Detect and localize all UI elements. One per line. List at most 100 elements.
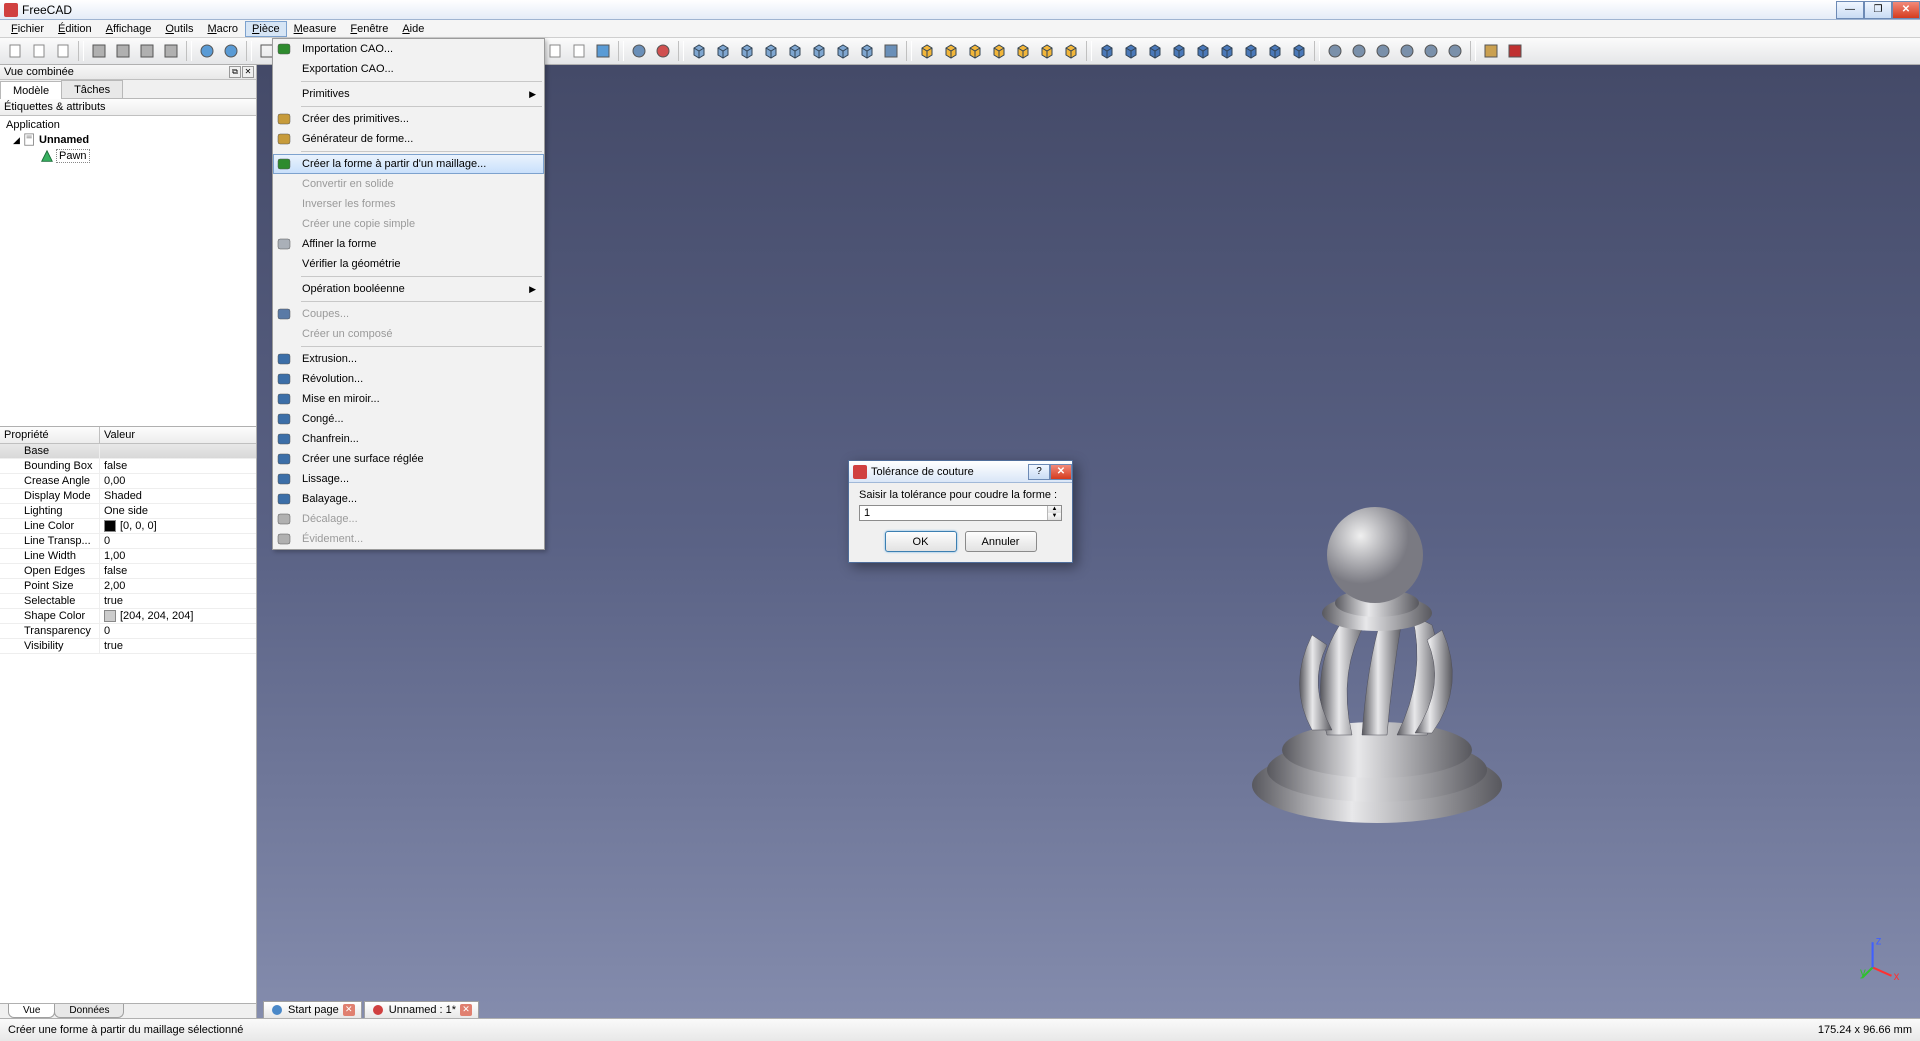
toolbar-icon[interactable]: [1168, 40, 1190, 62]
menu-outils[interactable]: Outils: [158, 21, 200, 37]
toolbar-icon[interactable]: [1240, 40, 1262, 62]
tab-close-icon[interactable]: ✕: [460, 1004, 472, 1016]
menu-aide[interactable]: Aide: [395, 21, 431, 37]
menu-measure[interactable]: Measure: [287, 21, 344, 37]
toolbar-icon[interactable]: [1396, 40, 1418, 62]
property-row[interactable]: Bounding Boxfalse: [0, 459, 256, 474]
toolbar-icon[interactable]: [1504, 40, 1526, 62]
menu-item[interactable]: Chanfrein...: [273, 429, 544, 449]
toolbar-icon[interactable]: [940, 40, 962, 62]
cancel-button[interactable]: Annuler: [965, 531, 1037, 552]
toolbar-icon[interactable]: [160, 40, 182, 62]
toolbar-icon[interactable]: [28, 40, 50, 62]
toolbar-icon[interactable]: [964, 40, 986, 62]
tab-model[interactable]: Modèle: [0, 81, 62, 99]
menu-édition[interactable]: Édition: [51, 21, 99, 37]
toolbar-icon[interactable]: [1192, 40, 1214, 62]
toolbar-icon[interactable]: [136, 40, 158, 62]
toolbar-icon[interactable]: [988, 40, 1010, 62]
dialog-close-button[interactable]: ✕: [1050, 464, 1072, 480]
property-row[interactable]: Line Transp...0: [0, 534, 256, 549]
viewport-tab[interactable]: Start page✕: [263, 1001, 362, 1018]
menu-item[interactable]: Importation CAO...: [273, 39, 544, 59]
property-row[interactable]: Selectabletrue: [0, 594, 256, 609]
tab-view[interactable]: Vue: [8, 1004, 55, 1018]
property-row[interactable]: Transparency0: [0, 624, 256, 639]
toolbar-icon[interactable]: [1036, 40, 1058, 62]
property-row[interactable]: Point Size2,00: [0, 579, 256, 594]
dialog-titlebar[interactable]: Tolérance de couture ? ✕: [849, 461, 1072, 483]
toolbar-icon[interactable]: [52, 40, 74, 62]
property-row[interactable]: Line Color[0, 0, 0]: [0, 519, 256, 534]
toolbar-icon[interactable]: [652, 40, 674, 62]
menu-item[interactable]: Exportation CAO...: [273, 59, 544, 79]
toolbar-icon[interactable]: [916, 40, 938, 62]
menu-macro[interactable]: Macro: [200, 21, 245, 37]
spin-down-button[interactable]: ▼: [1048, 513, 1061, 520]
toolbar-icon[interactable]: [760, 40, 782, 62]
tab-tasks[interactable]: Tâches: [61, 80, 123, 98]
toolbar-icon[interactable]: [1288, 40, 1310, 62]
toolbar-icon[interactable]: [736, 40, 758, 62]
menu-item[interactable]: Créer la forme à partir d'un maillage...: [273, 154, 544, 174]
maximize-button[interactable]: ❐: [1864, 1, 1892, 19]
toolbar-icon[interactable]: [808, 40, 830, 62]
menu-item[interactable]: Vérifier la géométrie: [273, 254, 544, 274]
spin-up-button[interactable]: ▲: [1048, 506, 1061, 513]
menu-item[interactable]: Balayage...: [273, 489, 544, 509]
property-row[interactable]: Crease Angle0,00: [0, 474, 256, 489]
property-row[interactable]: LightingOne side: [0, 504, 256, 519]
menu-affichage[interactable]: Affichage: [99, 21, 159, 37]
menu-item[interactable]: Congé...: [273, 409, 544, 429]
toolbar-icon[interactable]: [784, 40, 806, 62]
toolbar-icon[interactable]: [592, 40, 614, 62]
close-button[interactable]: ✕: [1892, 1, 1920, 19]
toolbar-icon[interactable]: [1264, 40, 1286, 62]
tab-close-icon[interactable]: ✕: [343, 1004, 355, 1016]
toolbar-icon[interactable]: [1324, 40, 1346, 62]
tolerance-input[interactable]: [860, 506, 1047, 520]
toolbar-icon[interactable]: [112, 40, 134, 62]
menu-item[interactable]: Mise en miroir...: [273, 389, 544, 409]
toolbar-icon[interactable]: [1372, 40, 1394, 62]
toolbar-icon[interactable]: [4, 40, 26, 62]
toolbar-icon[interactable]: [1420, 40, 1442, 62]
panel-float-button[interactable]: ⧉: [229, 66, 241, 78]
toolbar-icon[interactable]: [856, 40, 878, 62]
minimize-button[interactable]: —: [1836, 1, 1864, 19]
toolbar-icon[interactable]: [628, 40, 650, 62]
property-row[interactable]: Shape Color[204, 204, 204]: [0, 609, 256, 624]
menu-item[interactable]: Créer des primitives...: [273, 109, 544, 129]
toolbar-icon[interactable]: [544, 40, 566, 62]
menu-item[interactable]: Extrusion...: [273, 349, 544, 369]
toolbar-icon[interactable]: [1012, 40, 1034, 62]
menu-item[interactable]: Générateur de forme...: [273, 129, 544, 149]
toolbar-icon[interactable]: [1144, 40, 1166, 62]
toolbar-icon[interactable]: [220, 40, 242, 62]
property-row[interactable]: Visibilitytrue: [0, 639, 256, 654]
toolbar-icon[interactable]: [1216, 40, 1238, 62]
toolbar-icon[interactable]: [1120, 40, 1142, 62]
property-row[interactable]: Display ModeShaded: [0, 489, 256, 504]
menu-item[interactable]: Créer une surface réglée: [273, 449, 544, 469]
menu-item[interactable]: Opération booléenne▶: [273, 279, 544, 299]
dialog-help-button[interactable]: ?: [1028, 464, 1050, 480]
toolbar-icon[interactable]: [1444, 40, 1466, 62]
menu-item[interactable]: Primitives▶: [273, 84, 544, 104]
toolbar-icon[interactable]: [88, 40, 110, 62]
toolbar-icon[interactable]: [196, 40, 218, 62]
property-row[interactable]: Open Edgesfalse: [0, 564, 256, 579]
menu-item[interactable]: Révolution...: [273, 369, 544, 389]
tab-data[interactable]: Données: [54, 1004, 124, 1018]
toolbar-icon[interactable]: [688, 40, 710, 62]
menu-item[interactable]: Affiner la forme: [273, 234, 544, 254]
toolbar-icon[interactable]: [880, 40, 902, 62]
viewport-tab[interactable]: Unnamed : 1*✕: [364, 1001, 479, 1018]
property-row[interactable]: Line Width1,00: [0, 549, 256, 564]
toolbar-icon[interactable]: [1096, 40, 1118, 62]
menu-fichier[interactable]: Fichier: [4, 21, 51, 37]
menu-item[interactable]: Lissage...: [273, 469, 544, 489]
menu-fenêtre[interactable]: Fenêtre: [343, 21, 395, 37]
tree-item-pawn[interactable]: Pawn: [2, 148, 254, 164]
toolbar-icon[interactable]: [1348, 40, 1370, 62]
